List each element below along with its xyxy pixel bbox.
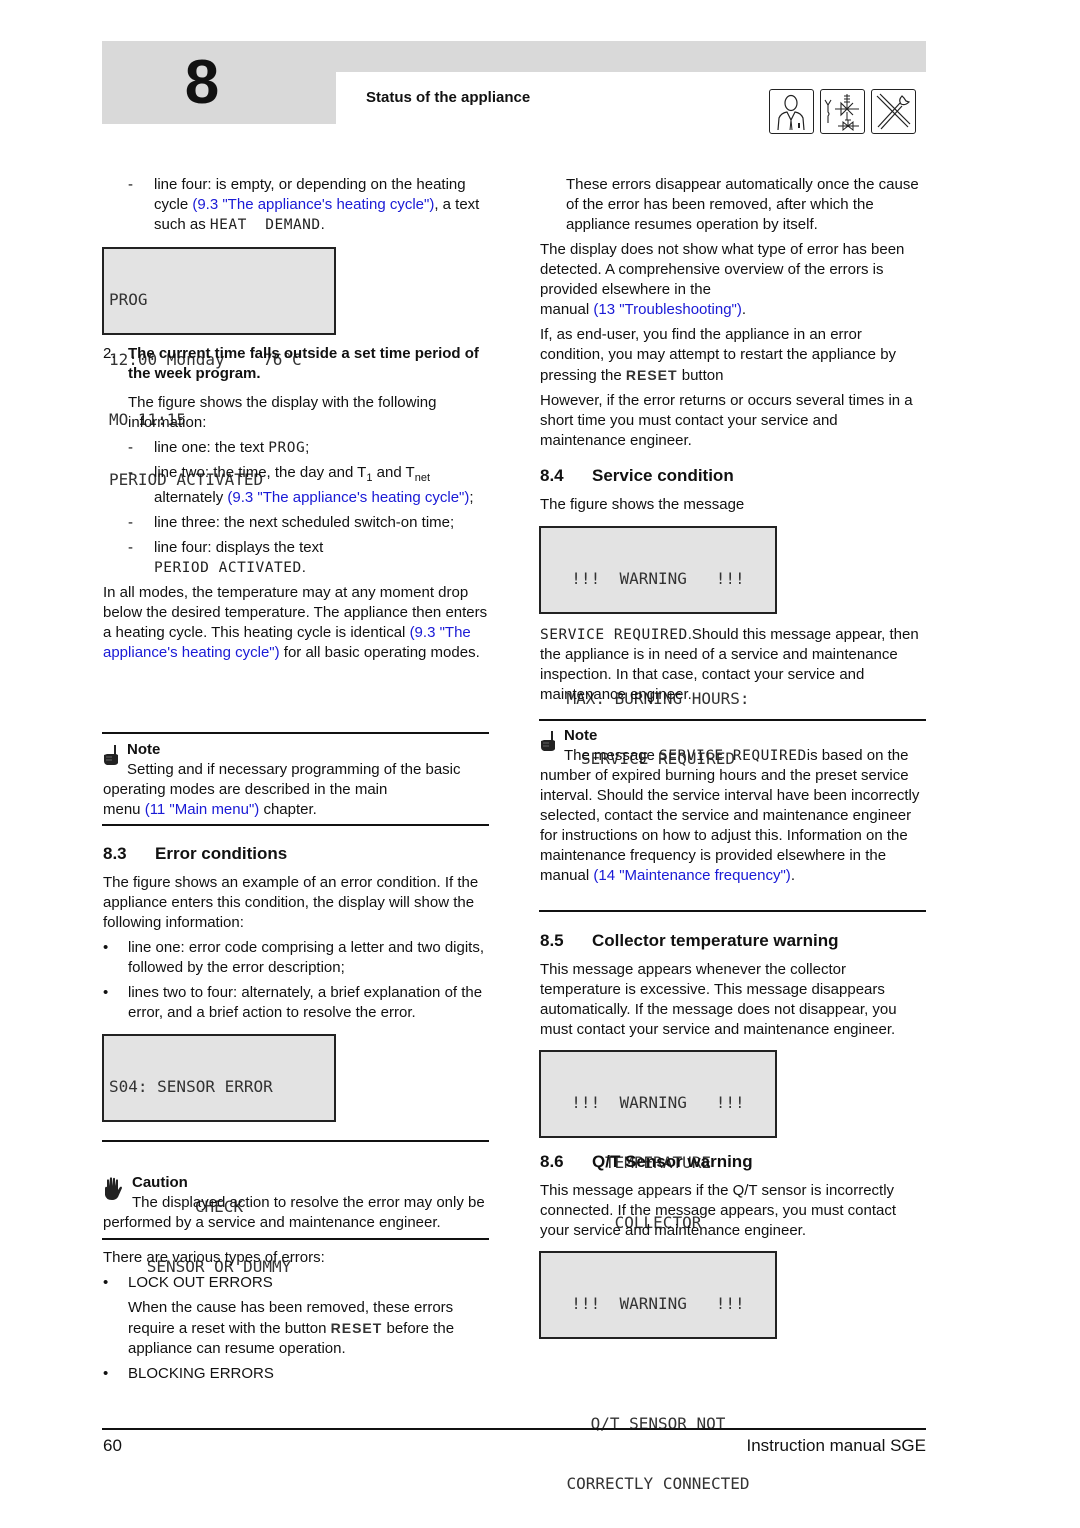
list-item: - line four: displays the text PERIOD ACT… <box>128 539 324 576</box>
list-item: • lines two to four: alternately, a brief… <box>103 984 483 1021</box>
lcd-display-prog: PROG 12:00 Monday 76°C MO 11:15 PERIOD A… <box>102 247 336 489</box>
section-8-5: 8.5 Collector temperature warning This me… <box>540 931 926 1040</box>
list-item: - line one: the text PROG; <box>128 439 310 456</box>
cross-ref-link[interactable]: (14 "Maintenance frequency") <box>593 867 790 884</box>
list-item: - line four: is empty, or depending on t… <box>128 176 480 233</box>
lcd-display-collector: !!! WARNING !!! TEMPERATURE COLLECTOR TO… <box>539 1050 777 1292</box>
service-description: SERVICE REQUIRED.Should this message app… <box>540 626 919 703</box>
step-2-section: 2. The current time falls outside a set … <box>103 345 488 661</box>
installer-valve-icon <box>820 89 865 134</box>
lcd-display-qt-sensor: !!! WARNING !!! Q/T SENSOR NOT CORRECTLY… <box>539 1251 777 1493</box>
audience-icons <box>769 89 916 134</box>
divider <box>102 1238 489 1240</box>
list-item: • line one: error code comprising a lette… <box>103 939 485 976</box>
list-item: • LOCK OUT ERRORS <box>103 1274 273 1291</box>
cross-ref-link[interactable]: (11 "Main menu") <box>145 801 260 818</box>
cross-ref-link[interactable]: (9.3 "The appliance's heating cycle") <box>227 489 469 506</box>
section-8-3: 8.3 Error conditions The figure shows an … <box>103 844 489 1028</box>
lcd-line: PROG <box>109 290 148 309</box>
chapter-title: Status of the appliance <box>366 89 531 106</box>
divider <box>102 1140 489 1142</box>
stop-hand-icon <box>105 1177 122 1200</box>
end-user-icon <box>769 89 814 134</box>
reset-button-label: RESET <box>330 1320 383 1336</box>
section-heading: 8.3 Error conditions <box>103 844 288 863</box>
step-2: 2. The current time falls outside a set … <box>103 345 479 382</box>
caution-box: Caution The displayed action to resolve … <box>103 1174 485 1231</box>
lcd-text: HEAT DEMAND <box>209 217 321 233</box>
section-8-6: 8.6 Q/T Sensor warning This message appea… <box>540 1152 926 1241</box>
lcd-display-sensor-error: S04: SENSOR ERROR CHECK SENSOR OR DUMMY <box>102 1034 336 1276</box>
pointing-hand-icon <box>541 731 555 751</box>
list-item: - line three: the next scheduled switch-… <box>128 514 455 531</box>
lcd-line: CORRECTLY CONNECTED <box>566 1474 750 1493</box>
list-item: - line two: the time, the day and T1 and… <box>128 464 474 506</box>
right-column-top: These errors disappear automatically onc… <box>540 175 926 515</box>
left-column-top: - line four: is empty, or depending on t… <box>103 175 489 240</box>
cross-ref-link[interactable]: (9.3 "The appliance's heating cycle") <box>192 196 434 213</box>
all-modes-paragraph: In all modes, the temperature may at any… <box>103 584 488 661</box>
note-box-2: Note The message SERVICE REQUIREDis base… <box>540 727 920 884</box>
error-types: There are various types of errors: • LOCK… <box>103 1248 489 1389</box>
section-heading: 8.6 Q/T Sensor warning <box>540 1152 753 1171</box>
lcd-line: S04: SENSOR ERROR <box>109 1077 273 1096</box>
chapter-number: 8 <box>184 48 220 117</box>
cross-ref-link[interactable]: (13 "Troubleshooting") <box>593 301 742 318</box>
section-heading: 8.4 Service condition <box>540 466 734 485</box>
pointing-hand-icon <box>104 745 118 765</box>
section-heading: 8.5 Collector temperature warning <box>540 931 839 950</box>
reset-button-label: RESET <box>625 367 678 383</box>
header-band <box>336 41 926 72</box>
lcd-line <box>546 1354 770 1374</box>
list-item: • BLOCKING ERRORS <box>103 1365 274 1382</box>
divider <box>539 910 926 912</box>
lcd-line: Q/T SENSOR NOT <box>590 1414 726 1433</box>
lcd-line: !!! WARNING !!! <box>571 569 745 588</box>
service-tools-icon <box>871 89 916 134</box>
footer-divider <box>102 1428 926 1430</box>
lcd-line: !!! WARNING !!! <box>571 1093 745 1112</box>
lcd-line: !!! WARNING !!! <box>571 1294 745 1313</box>
note-box-1: Note Setting and if necessary programmin… <box>103 741 461 818</box>
document-title: Instruction manual SGE <box>746 1436 926 1455</box>
divider <box>102 732 489 734</box>
divider <box>539 719 926 721</box>
page-number: 60 <box>103 1436 122 1455</box>
lcd-display-service: !!! WARNING !!! MAX. BURNING HOURS: SERV… <box>539 526 777 768</box>
divider <box>102 824 489 826</box>
